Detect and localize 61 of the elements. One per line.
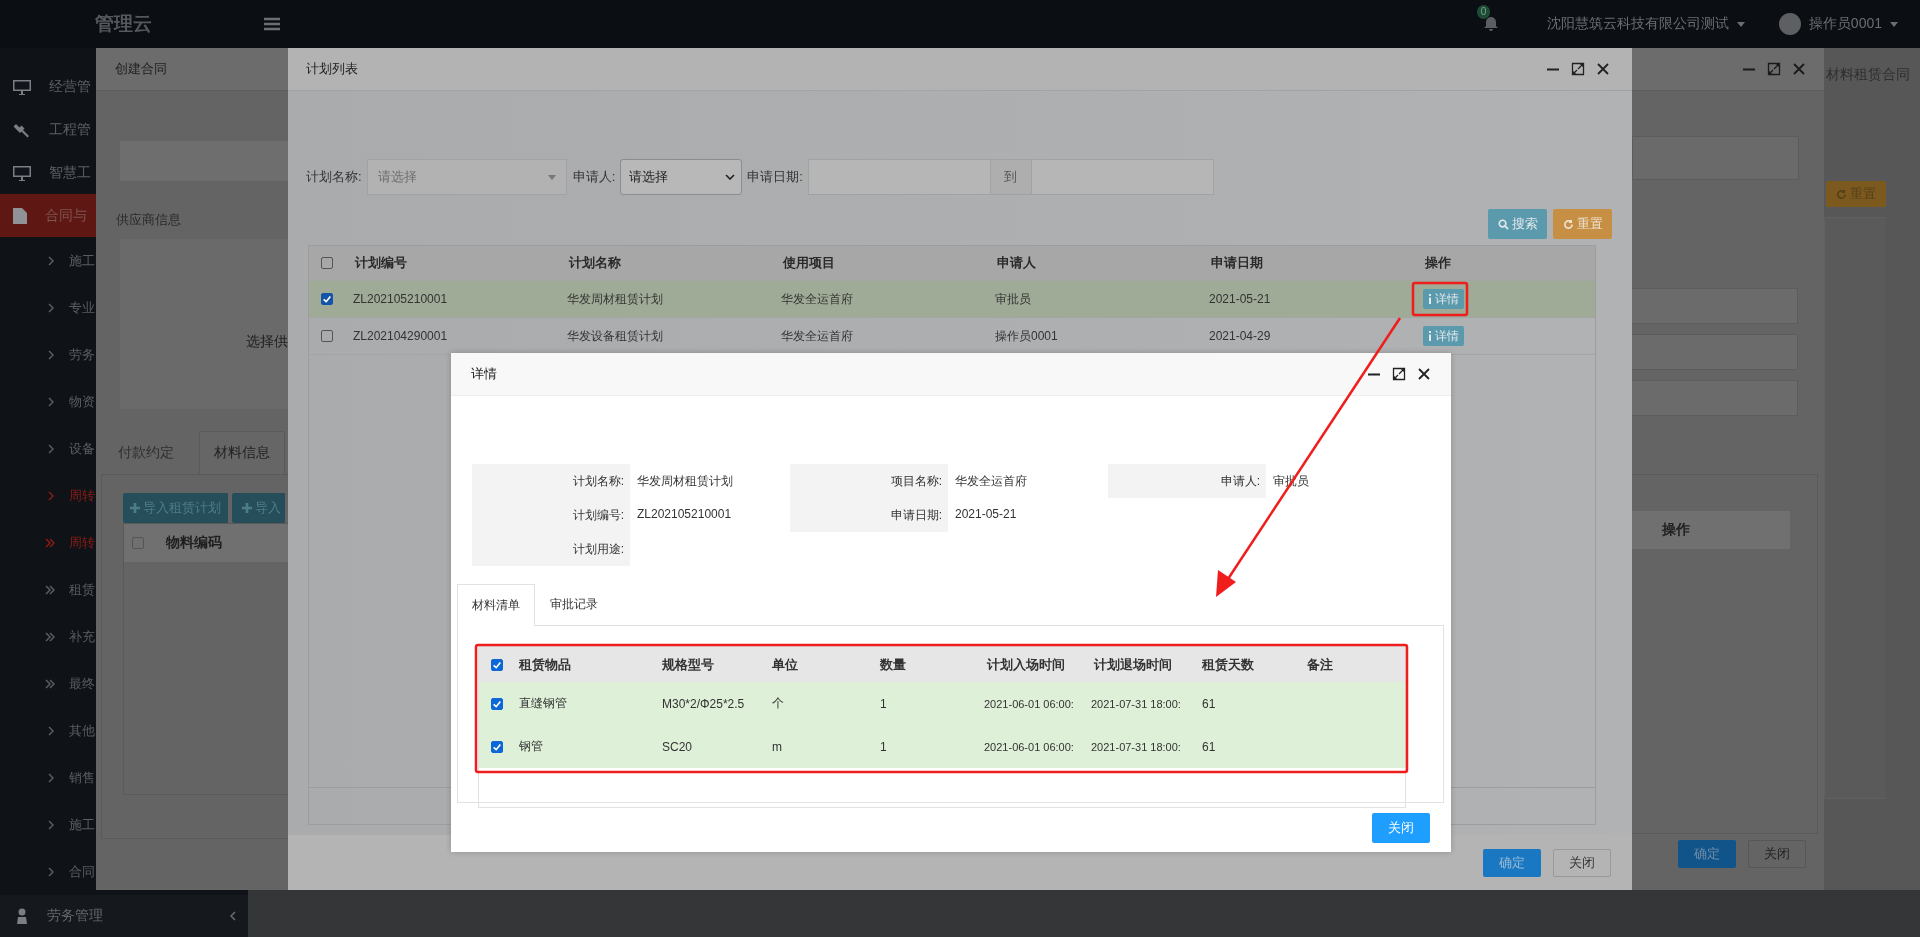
table-cell-text: 直缝钢管	[518, 695, 568, 712]
table-cell-text: 操作员0001	[994, 327, 1059, 345]
notification-badge: 0	[1476, 5, 1491, 19]
column-header: 物料编码	[166, 534, 222, 552]
table-cell-text: 华发设备租赁计划	[566, 327, 664, 345]
table-cell-text: 61	[1201, 696, 1217, 711]
dialog-title: 详情	[471, 365, 497, 383]
table-cell-text: 华发周材租赁计划	[566, 290, 664, 308]
table-cell-text: 1	[879, 739, 888, 754]
table-cell-text: 华发全运首府	[780, 327, 854, 345]
section-title: 供应商信息	[116, 211, 182, 229]
column-header: 申请人	[996, 254, 1037, 272]
dialog-title: 创建合同	[115, 60, 167, 78]
range-separator: 到	[990, 159, 1031, 195]
column-header: 备注	[1306, 655, 1334, 674]
table-cell-text: 1	[879, 696, 888, 711]
field-label: 申请人:	[1108, 464, 1266, 498]
table-cell-text: 华发全运首府	[780, 290, 854, 308]
column-header: 计划入场时间	[986, 655, 1066, 674]
table-cell-text: 61	[1201, 739, 1217, 754]
dialog-title: 计划列表	[306, 60, 358, 78]
field-label: 申请日期:	[790, 498, 948, 532]
table-cell-text: ZL202104290001	[352, 329, 449, 343]
column-header: 计划编号	[354, 254, 408, 272]
column-header: 使用项目	[781, 254, 836, 272]
field-label: 计划编号:	[472, 498, 630, 532]
field-value: 华发全运首府	[954, 473, 1028, 490]
table-cell-text: M30*2/Φ25*2.5	[661, 696, 746, 711]
table-cell-text: m	[771, 739, 783, 754]
column-header: 操作	[1662, 521, 1690, 539]
app-logo: 管理云	[95, 12, 152, 36]
field-label: 计划名称:	[472, 464, 630, 498]
filter-label: 申请人:	[572, 168, 616, 186]
table-cell-text: 2021-04-29	[1208, 329, 1272, 343]
column-header: 计划名称	[568, 254, 622, 272]
filter-label: 计划名称:	[306, 168, 362, 186]
column-header: 租赁物品	[518, 655, 572, 674]
field-label: 选择供	[246, 333, 288, 351]
column-header: 数量	[879, 655, 907, 674]
table-cell-text: SC20	[661, 739, 694, 754]
column-header: 规格型号	[661, 655, 715, 674]
column-header: 申请日期	[1210, 254, 1264, 272]
table-cell-text: ZL202105210001	[352, 292, 449, 306]
field-label: 项目名称:	[790, 464, 948, 498]
column-header: 租赁天数	[1201, 655, 1255, 674]
column-header: 单位	[771, 655, 799, 674]
column-header: 计划退场时间	[1093, 655, 1173, 674]
table-cell-text: 个	[771, 695, 785, 712]
field-value: 华发周材租赁计划	[636, 473, 734, 490]
table-cell-text: 钢管	[518, 738, 544, 755]
column-header: 操作	[1424, 254, 1452, 272]
table-cell-text: 2021-06-01 06:00:	[983, 697, 1075, 710]
field-value: 2021-05-21	[954, 506, 1018, 523]
table-cell-text: 2021-05-21	[1208, 292, 1272, 306]
table-cell-text: 审批员	[994, 290, 1032, 308]
table-cell-text: 2021-07-31 18:00:	[1090, 697, 1182, 710]
table-cell-text: 2021-06-01 06:00:	[983, 740, 1075, 753]
field-value: ZL202105210001	[636, 506, 733, 523]
filter-label: 申请日期:	[747, 168, 803, 186]
field-label: 计划用途:	[472, 532, 630, 566]
table-cell-text: 2021-07-31 18:00:	[1090, 740, 1182, 753]
